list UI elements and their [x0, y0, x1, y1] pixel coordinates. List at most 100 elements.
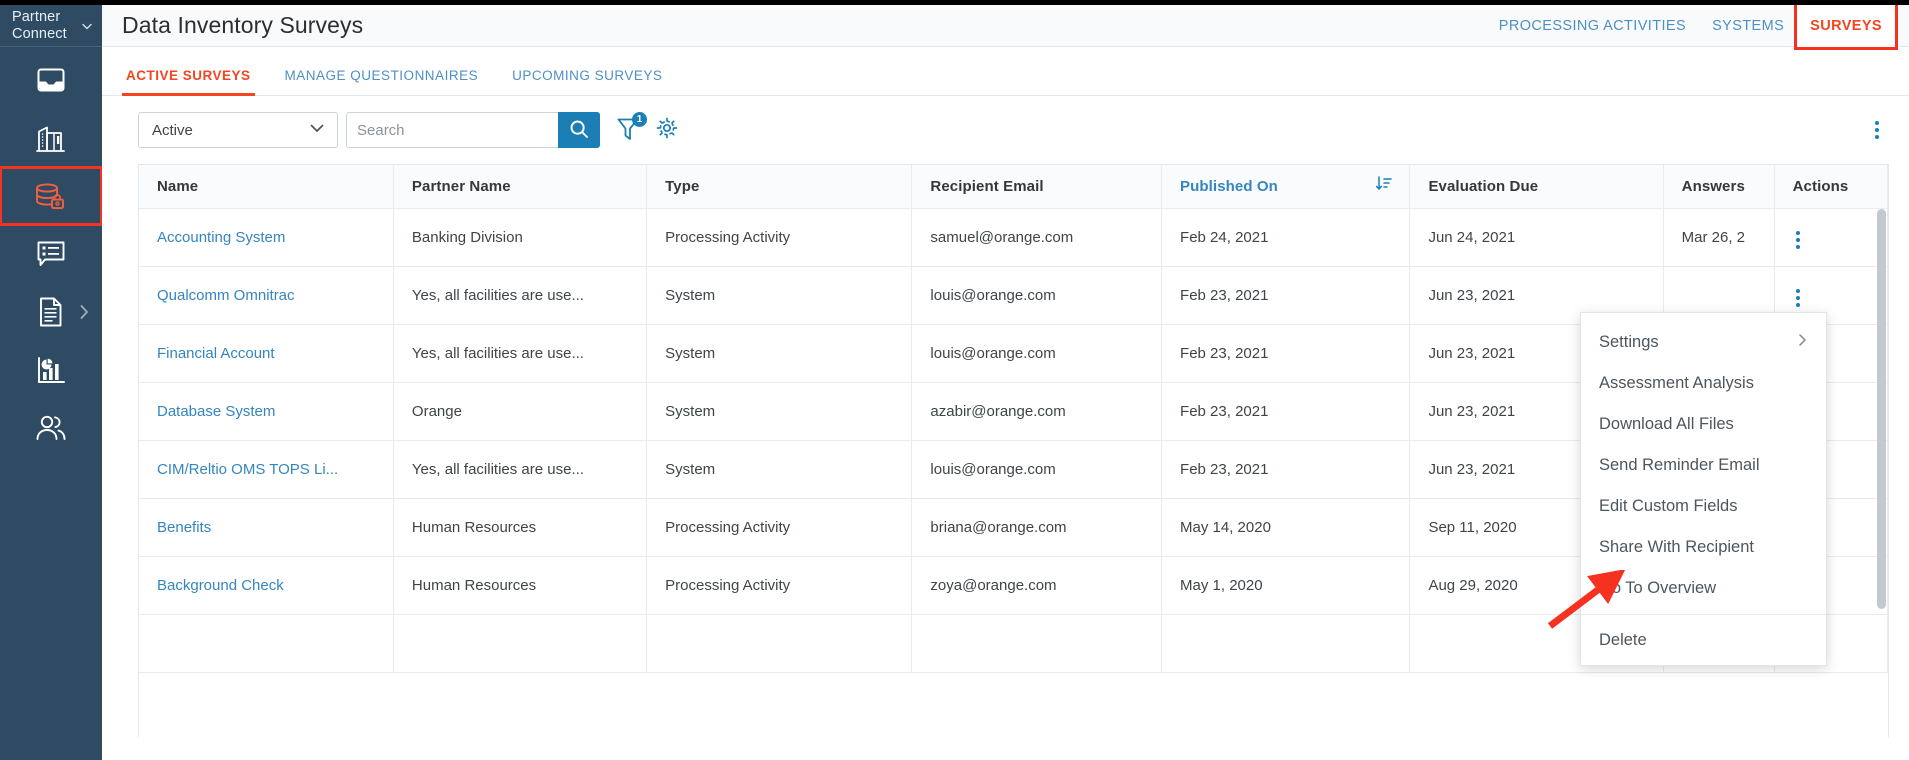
chevron-down-icon — [307, 118, 327, 143]
filter-button[interactable]: 1 — [616, 112, 647, 145]
row-actions-kebab-button[interactable] — [1793, 228, 1803, 252]
table-vertical-scrollbar[interactable] — [1877, 209, 1886, 737]
cell-partner-name: Human Resources — [393, 498, 648, 557]
context-menu-item-go-to-overview[interactable]: Go To Overview — [1581, 568, 1826, 609]
context-menu-label: Settings — [1599, 333, 1659, 351]
app-window: Partner Connect Data Inventory Surveys P… — [0, 0, 1909, 760]
cell-recipient-email: louis@orange.com — [911, 324, 1163, 383]
search-group — [346, 112, 600, 148]
survey-name-link[interactable]: Benefits — [157, 519, 211, 536]
cell-type — [646, 614, 913, 673]
table-toolbar: Active Search 1 — [102, 96, 1909, 164]
cell-recipient-email: samuel@orange.com — [911, 208, 1163, 267]
context-menu-item-send-reminder-email[interactable]: Send Reminder Email — [1581, 445, 1826, 486]
toolbar-more-button[interactable] — [1871, 117, 1883, 143]
column-header-name[interactable]: Name — [139, 165, 394, 209]
column-header-recipient-email[interactable]: Recipient Email — [911, 165, 1163, 209]
context-menu-item-settings[interactable]: Settings — [1581, 322, 1826, 363]
cell-type: System — [646, 440, 913, 499]
column-header-evaluation-due[interactable]: Evaluation Due — [1409, 165, 1664, 209]
cell-name[interactable]: Benefits — [139, 498, 394, 557]
sidebar-item-reports[interactable] — [0, 341, 102, 399]
cell-published-on: Feb 23, 2021 — [1161, 324, 1411, 383]
context-menu-item-download-all-files[interactable]: Download All Files — [1581, 404, 1826, 445]
comment-list-icon — [36, 240, 66, 268]
table-settings-button[interactable] — [656, 117, 678, 144]
scrollbar-thumb[interactable] — [1877, 209, 1886, 609]
column-header-answers[interactable]: Answers — [1663, 165, 1775, 209]
search-icon — [569, 119, 589, 142]
kebab-dot — [1795, 245, 1800, 249]
cell-partner-name: Orange — [393, 382, 648, 441]
context-menu-label: Send Reminder Email — [1599, 456, 1760, 474]
cell-name[interactable]: Financial Account — [139, 324, 394, 383]
cell-recipient-email: azabir@orange.com — [911, 382, 1163, 441]
survey-name-link[interactable]: Financial Account — [157, 345, 275, 362]
context-menu-label: Edit Custom Fields — [1599, 497, 1738, 515]
sidebar-item-users[interactable] — [0, 399, 102, 457]
survey-name-link[interactable]: CIM/Reltio OMS TOPS Li... — [157, 461, 338, 478]
cell-actions[interactable] — [1774, 208, 1888, 267]
context-menu-item-share-with-recipient[interactable]: Share With Recipient — [1581, 527, 1826, 568]
chart-bar-pie-icon — [36, 356, 66, 384]
cell-published-on: Feb 23, 2021 — [1161, 266, 1411, 325]
column-header-actions: Actions — [1774, 165, 1888, 209]
cell-published-on — [1161, 614, 1411, 673]
top-nav-processing-activities[interactable]: PROCESSING ACTIVITIES — [1486, 18, 1699, 34]
status-filter-value: Active — [152, 121, 193, 139]
column-label: Published On — [1180, 177, 1278, 195]
top-nav-systems[interactable]: SYSTEMS — [1699, 18, 1797, 34]
context-menu-item-delete[interactable]: Delete — [1581, 620, 1826, 661]
table-row[interactable]: Accounting System Banking Division Proce… — [139, 208, 1888, 267]
kebab-dot — [1875, 135, 1879, 139]
page-title: Data Inventory Surveys — [122, 12, 364, 38]
row-actions-kebab-button[interactable] — [1793, 286, 1803, 310]
building-icon — [35, 123, 67, 153]
cell-recipient-email: briana@orange.com — [911, 498, 1163, 557]
kebab-dot — [1875, 128, 1879, 132]
cell-name[interactable]: Background Check — [139, 556, 394, 615]
survey-name-link[interactable]: Accounting System — [157, 229, 285, 246]
cell-name[interactable]: CIM/Reltio OMS TOPS Li... — [139, 440, 394, 499]
top-header-bar: Data Inventory Surveys PROCESSING ACTIVI… — [102, 5, 1909, 50]
search-input[interactable] — [346, 112, 558, 148]
survey-name-link[interactable]: Qualcomm Omnitrac — [157, 287, 295, 304]
sidebar-item-assessments[interactable] — [0, 225, 102, 283]
status-filter-select[interactable]: Active — [138, 112, 338, 148]
top-nav: PROCESSING ACTIVITIES SYSTEMS SURVEYS — [1486, 5, 1909, 50]
context-menu-item-edit-custom-fields[interactable]: Edit Custom Fields — [1581, 486, 1826, 527]
column-label: Actions — [1792, 177, 1849, 195]
cell-recipient-email: zoya@orange.com — [911, 556, 1163, 615]
chevron-down-icon — [80, 19, 94, 33]
survey-name-link[interactable]: Background Check — [157, 577, 284, 594]
cell-published-on: Feb 23, 2021 — [1161, 382, 1411, 441]
top-nav-surveys[interactable]: SURVEYS — [1794, 5, 1898, 50]
cell-name[interactable]: Qualcomm Omnitrac — [139, 266, 394, 325]
column-header-published-on[interactable]: Published On — [1161, 165, 1411, 209]
cell-evaluation-due: Jun 24, 2021 — [1409, 208, 1664, 267]
cell-name[interactable]: Database System — [139, 382, 394, 441]
sidebar-brand[interactable]: Partner Connect — [0, 5, 102, 47]
sidebar-item-inbox[interactable] — [0, 51, 102, 109]
search-button[interactable] — [558, 112, 600, 148]
sidebar-item-data-inventory[interactable] — [0, 166, 103, 226]
cell-type: System — [646, 324, 913, 383]
tab-active-surveys[interactable]: ACTIVE SURVEYS — [122, 68, 255, 96]
column-header-type[interactable]: Type — [646, 165, 913, 209]
cell-type: Processing Activity — [646, 498, 913, 557]
tab-upcoming-surveys[interactable]: UPCOMING SURVEYS — [508, 68, 666, 96]
context-menu-item-assessment-analysis[interactable]: Assessment Analysis — [1581, 363, 1826, 404]
sidebar-item-documents[interactable] — [0, 283, 102, 341]
sort-descending-icon[interactable] — [1375, 175, 1393, 197]
people-icon — [35, 415, 67, 441]
gear-icon — [656, 117, 678, 144]
chevron-right-icon — [1797, 333, 1808, 352]
cell-answers: Mar 26, 2 — [1663, 208, 1775, 267]
tab-manage-questionnaires[interactable]: MANAGE QUESTIONNAIRES — [281, 68, 483, 96]
column-header-partner-name[interactable]: Partner Name — [393, 165, 648, 209]
sidebar-item-organization[interactable] — [0, 109, 102, 167]
cell-published-on: May 1, 2020 — [1161, 556, 1411, 615]
survey-name-link[interactable]: Database System — [157, 403, 275, 420]
cell-name[interactable]: Accounting System — [139, 208, 394, 267]
filter-badge: 1 — [632, 112, 647, 127]
